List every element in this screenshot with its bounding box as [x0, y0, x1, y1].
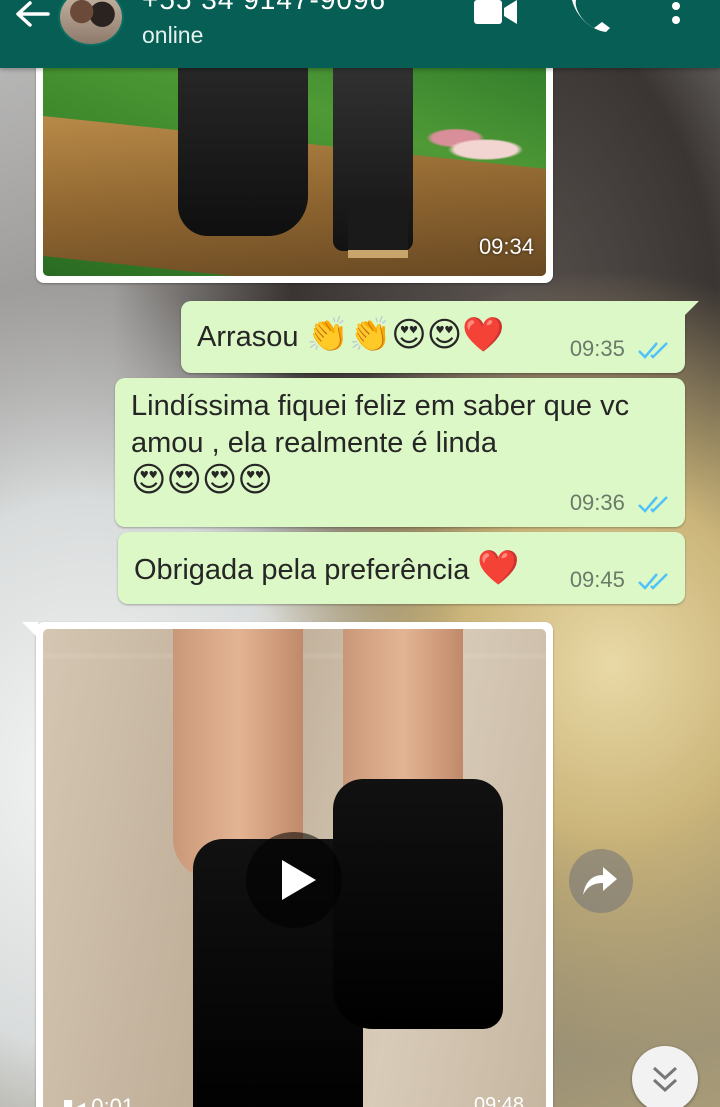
bubble-tail — [22, 622, 38, 638]
message-time: 09:35 — [569, 336, 625, 361]
outgoing-message[interactable]: Lindíssima fiquei feliz em saber que vc … — [115, 378, 685, 527]
message-emoji: ❤️ — [477, 548, 520, 588]
scroll-to-bottom-button[interactable] — [632, 1046, 698, 1107]
video-duration: ▮◂ 0:01 — [62, 1094, 134, 1107]
contact-status: online — [142, 22, 204, 48]
message-meta: 09:36 — [570, 484, 671, 521]
play-button[interactable] — [246, 832, 342, 928]
contact-avatar[interactable] — [58, 0, 124, 46]
photo-shoe-heel — [348, 196, 408, 258]
contact-name[interactable]: +55 34 9147-9096 — [142, 0, 386, 16]
shoe-photo[interactable]: 09:34 — [43, 46, 546, 276]
read-receipt-icon — [638, 573, 668, 591]
play-icon — [282, 860, 316, 900]
message-time: 09:48 — [474, 1094, 525, 1107]
message-time: 09:34 — [478, 234, 534, 259]
more-options-icon[interactable] — [666, 0, 686, 30]
outgoing-message[interactable]: Obrigada pela preferência ❤️ 09:45 — [118, 532, 685, 604]
photo-shoe-left — [178, 46, 308, 236]
thumbnail-boot — [333, 779, 503, 1029]
message-time: 09:36 — [569, 490, 625, 515]
video-call-icon[interactable] — [474, 0, 518, 26]
bubble-tail — [683, 301, 699, 317]
video-camera-icon: ▮◂ — [62, 1094, 86, 1107]
forward-button[interactable] — [569, 849, 633, 913]
read-receipt-icon — [638, 496, 668, 514]
back-arrow-icon[interactable] — [14, 0, 50, 28]
image-message[interactable]: 09:34 — [36, 46, 553, 283]
message-emoji: 👏👏😍😍❤️ — [306, 315, 505, 355]
forward-icon — [583, 867, 617, 895]
read-receipt-icon — [638, 342, 668, 360]
double-chevron-down-icon — [652, 1066, 678, 1093]
chat-header: +55 34 9147-9096 online — [0, 0, 720, 68]
voice-call-icon[interactable] — [572, 0, 612, 32]
message-text: Lindíssima fiquei feliz em saber que vc … — [131, 388, 661, 499]
message-time: 09:45 — [569, 567, 625, 592]
message-text: Arrasou 👏👏😍😍❤️ — [197, 315, 505, 355]
message-meta: 09:45 — [570, 561, 671, 598]
message-meta: 09:35 — [570, 330, 671, 367]
outgoing-message[interactable]: Arrasou 👏👏😍😍❤️ 09:35 — [181, 301, 699, 373]
message-text: Obrigada pela preferência ❤️ — [134, 548, 520, 588]
